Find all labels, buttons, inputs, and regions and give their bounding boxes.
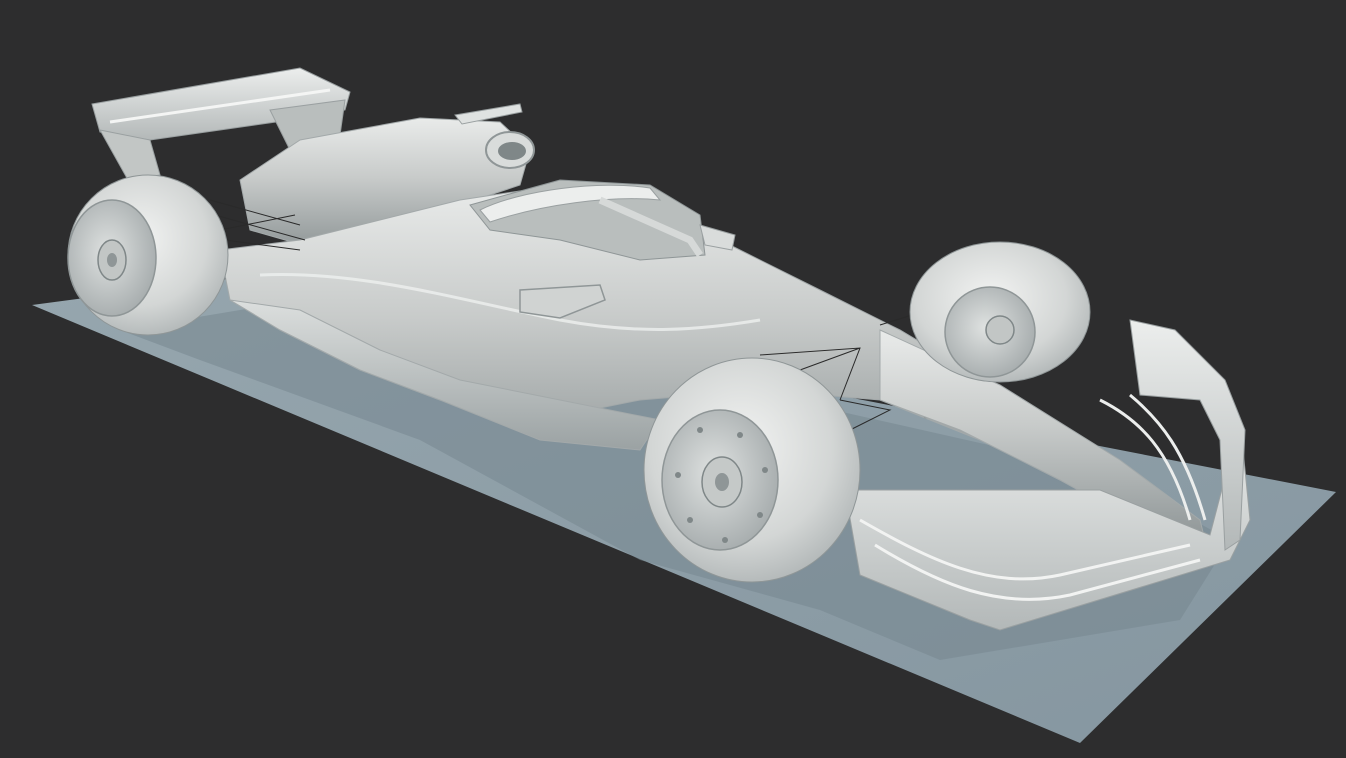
front-far-tire [909,241,1091,383]
3d-viewport[interactable] [0,0,1346,758]
scene-svg [32,67,1336,743]
rear-tire [67,174,229,336]
front-near-tire [643,357,861,583]
